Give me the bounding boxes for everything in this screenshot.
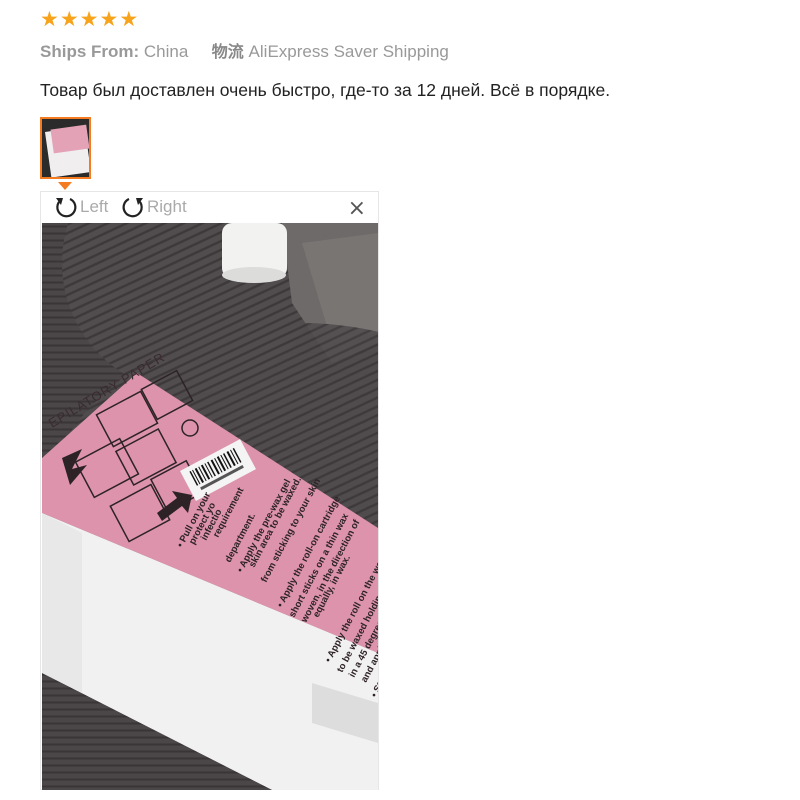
ships-from-value: China — [143, 42, 189, 61]
rating-stars: ★ ★ ★ ★ ★ — [40, 8, 138, 30]
rotate-right-label: Right — [147, 197, 187, 216]
star-icon: ★ — [99, 7, 119, 31]
viewer-toolbar: Left Right × — [41, 192, 378, 223]
star-icon: ★ — [59, 7, 79, 31]
rotate-left-label: Left — [80, 197, 109, 216]
logistics-value: AliExpress Saver Shipping — [248, 42, 449, 61]
shipping-info: Ships From: China 物流 AliExpress Saver Sh… — [40, 40, 449, 64]
rotate-right-icon — [122, 197, 143, 218]
selected-thumbnail-indicator — [58, 182, 72, 190]
image-viewer: Left Right × EPILATORY PAPER • Pull on y… — [40, 191, 379, 790]
rotate-left-icon — [56, 197, 77, 218]
review-text: Товар был доставлен очень быстро, где-то… — [40, 80, 611, 100]
close-icon[interactable]: × — [348, 198, 366, 220]
review-photo: EPILATORY PAPER • Pull on your protect y… — [42, 223, 378, 790]
star-icon: ★ — [119, 7, 139, 31]
photo-thumbnail[interactable] — [40, 117, 91, 179]
rotate-right-button[interactable]: Right — [120, 194, 187, 220]
rotate-left-button[interactable]: Left — [53, 194, 108, 220]
ships-from-label: Ships From: — [40, 42, 140, 61]
star-icon: ★ — [40, 7, 59, 31]
logistics-label: 物流 — [211, 42, 244, 61]
star-icon: ★ — [79, 7, 99, 31]
